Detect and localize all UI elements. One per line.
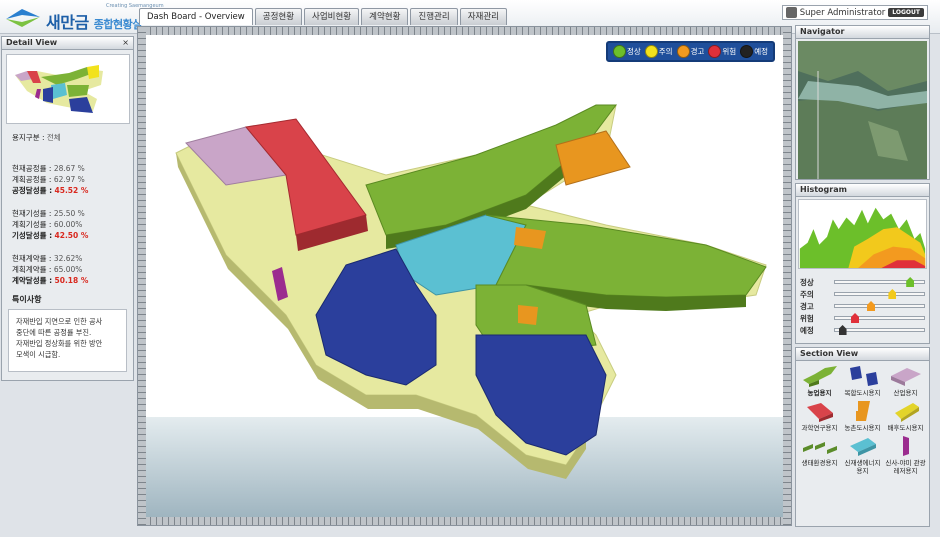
- section-view-panel: Section View 농업용지 복합도시용지 산업용지 과학연구용지 농촌도…: [795, 347, 930, 527]
- histogram-chart: [798, 199, 927, 269]
- section-item-science-research[interactable]: 과학연구용지: [798, 398, 841, 432]
- slider-handle[interactable]: [838, 325, 847, 335]
- stat-row: 공정달성률 : 45.52 %: [12, 186, 89, 195]
- legend-item-caution[interactable]: 주의: [644, 45, 673, 58]
- land-use-label: 용지구분 :: [12, 133, 45, 142]
- ruler-right: [783, 27, 791, 525]
- tourism-leisure-land-icon: [902, 436, 909, 456]
- tab-budget-status[interactable]: 사업비현황: [304, 8, 360, 25]
- map-stage[interactable]: 정상 주의 경고 위험 예정: [146, 35, 783, 517]
- section-item-rural-city[interactable]: 농촌도시용지: [841, 398, 884, 432]
- notes-title: 특이사항: [12, 295, 42, 304]
- legend-item-normal[interactable]: 정상: [612, 45, 641, 58]
- stat-row: 현재계약률 : 32.62%: [12, 254, 83, 263]
- close-icon[interactable]: ×: [122, 37, 129, 49]
- status-dot-icon: [740, 45, 754, 58]
- detail-view-panel: Detail View × 용지구분 : 전체 현재공정률 : 28.67 % …: [1, 36, 134, 381]
- tab-process-status[interactable]: 공정현황: [254, 8, 303, 25]
- slider-handle[interactable]: [888, 289, 897, 299]
- stat-row: 계획기성률 : 60.00%: [12, 220, 83, 229]
- logout-button[interactable]: LOGOUT: [888, 8, 924, 17]
- note-line: 모색이 시급함.: [16, 350, 61, 359]
- detail-thumbnail-map[interactable]: [6, 54, 130, 124]
- user-name: Super Administrator: [799, 7, 886, 18]
- ruler-bottom: [138, 517, 791, 525]
- status-dot-icon: [676, 45, 690, 58]
- stat-row: 기성달성률 : 42.50 %: [12, 231, 89, 240]
- tab-dashboard-overview[interactable]: Dash Board - Overview: [139, 8, 253, 25]
- tab-contract-status[interactable]: 계약현황: [361, 8, 409, 25]
- stat-row: 현재기성률 : 25.50 %: [12, 209, 85, 218]
- status-dot-icon: [644, 45, 658, 58]
- histogram-header: Histogram: [796, 184, 929, 197]
- legend-item-danger[interactable]: 위험: [708, 45, 736, 58]
- science-research-land-icon: [806, 403, 833, 422]
- detail-view-header: Detail View ×: [2, 37, 133, 50]
- ruler-left: [138, 27, 146, 525]
- thumbnail-map-image: [15, 65, 103, 113]
- note-line: 자재반입 정상화를 위한 방안: [16, 339, 103, 348]
- section-item-complex-city[interactable]: 복합도시용지: [841, 363, 884, 397]
- rural-city-land-icon: [855, 401, 870, 421]
- note-line: 자재반입 지연으로 인한 공사: [16, 317, 103, 326]
- status-dot-icon: [708, 45, 722, 58]
- slider-caution[interactable]: 주의: [796, 288, 929, 300]
- legend-item-scheduled[interactable]: 예정: [740, 45, 768, 58]
- legend-item-warning[interactable]: 경고: [676, 45, 704, 58]
- user-badge: Super Administrator LOGOUT: [781, 5, 928, 20]
- slider-danger[interactable]: 위험: [796, 312, 929, 324]
- section-item-ecology[interactable]: 생태환경용지: [798, 433, 841, 475]
- note-line: 중단에 따른 공정률 부진.: [16, 328, 92, 337]
- logo-icon: [6, 9, 40, 27]
- hinterland-city-land-icon: [894, 403, 919, 422]
- satellite-image[interactable]: [798, 41, 927, 179]
- status-dot-icon: [612, 45, 626, 58]
- ecology-land-icon: [802, 442, 837, 454]
- slider-handle[interactable]: [867, 301, 876, 311]
- slider-normal[interactable]: 정상: [796, 276, 929, 288]
- slider-warning[interactable]: 경고: [796, 300, 929, 312]
- slider-handle[interactable]: [906, 277, 915, 287]
- histogram-panel: Histogram 정상 주의 경고 위험 예정: [795, 183, 930, 344]
- stat-row: 계획공정률 : 62.97 %: [12, 175, 85, 184]
- slider-scheduled[interactable]: 예정: [796, 324, 929, 336]
- navigator-header: Navigator: [796, 26, 929, 39]
- main-tabs: Dash Board - Overview 공정현황 사업비현황 계약현황 진행…: [139, 8, 507, 25]
- land-use-3d-map[interactable]: [146, 35, 783, 517]
- section-item-industrial[interactable]: 산업용지: [884, 363, 927, 397]
- tab-progress-management[interactable]: 진행관리: [410, 8, 458, 25]
- agricultural-land-icon: [802, 366, 837, 387]
- user-icon: [785, 7, 797, 18]
- ruler-top: [138, 27, 791, 35]
- industrial-land-icon: [890, 368, 921, 386]
- section-item-hinterland-city[interactable]: 배후도시용지: [884, 398, 927, 432]
- detail-view-title: Detail View: [6, 38, 58, 47]
- navigator-panel: Navigator: [795, 25, 930, 180]
- stat-row: 현재공정률 : 28.67 %: [12, 164, 85, 173]
- renewable-energy-land-icon: [849, 438, 876, 456]
- section-view-header: Section View: [796, 348, 929, 361]
- complex-city-land-icon: [849, 366, 878, 386]
- section-item-tourism-leisure[interactable]: 신사-야미 관광레저용지: [884, 433, 927, 475]
- tab-material-management[interactable]: 자재관리: [459, 8, 507, 25]
- land-use-value: 전체: [46, 133, 61, 142]
- map-canvas[interactable]: 정상 주의 경고 위험 예정: [137, 26, 792, 526]
- slider-handle[interactable]: [851, 313, 860, 323]
- section-item-renewable-energy[interactable]: 신재생에너지 용지: [841, 433, 884, 475]
- land-use-row: 용지구분 : 전체: [12, 132, 123, 143]
- stat-row: 계약달성률 : 50.18 %: [12, 276, 89, 285]
- section-item-agricultural[interactable]: 농업용지: [798, 363, 841, 397]
- status-legend: 정상 주의 경고 위험 예정: [605, 41, 775, 62]
- stat-row: 계획계약률 : 65.00%: [12, 265, 83, 274]
- notes-box: 자재반입 지연으로 인한 공사 중단에 따른 공정률 부진. 자재반입 정상화를…: [8, 309, 127, 372]
